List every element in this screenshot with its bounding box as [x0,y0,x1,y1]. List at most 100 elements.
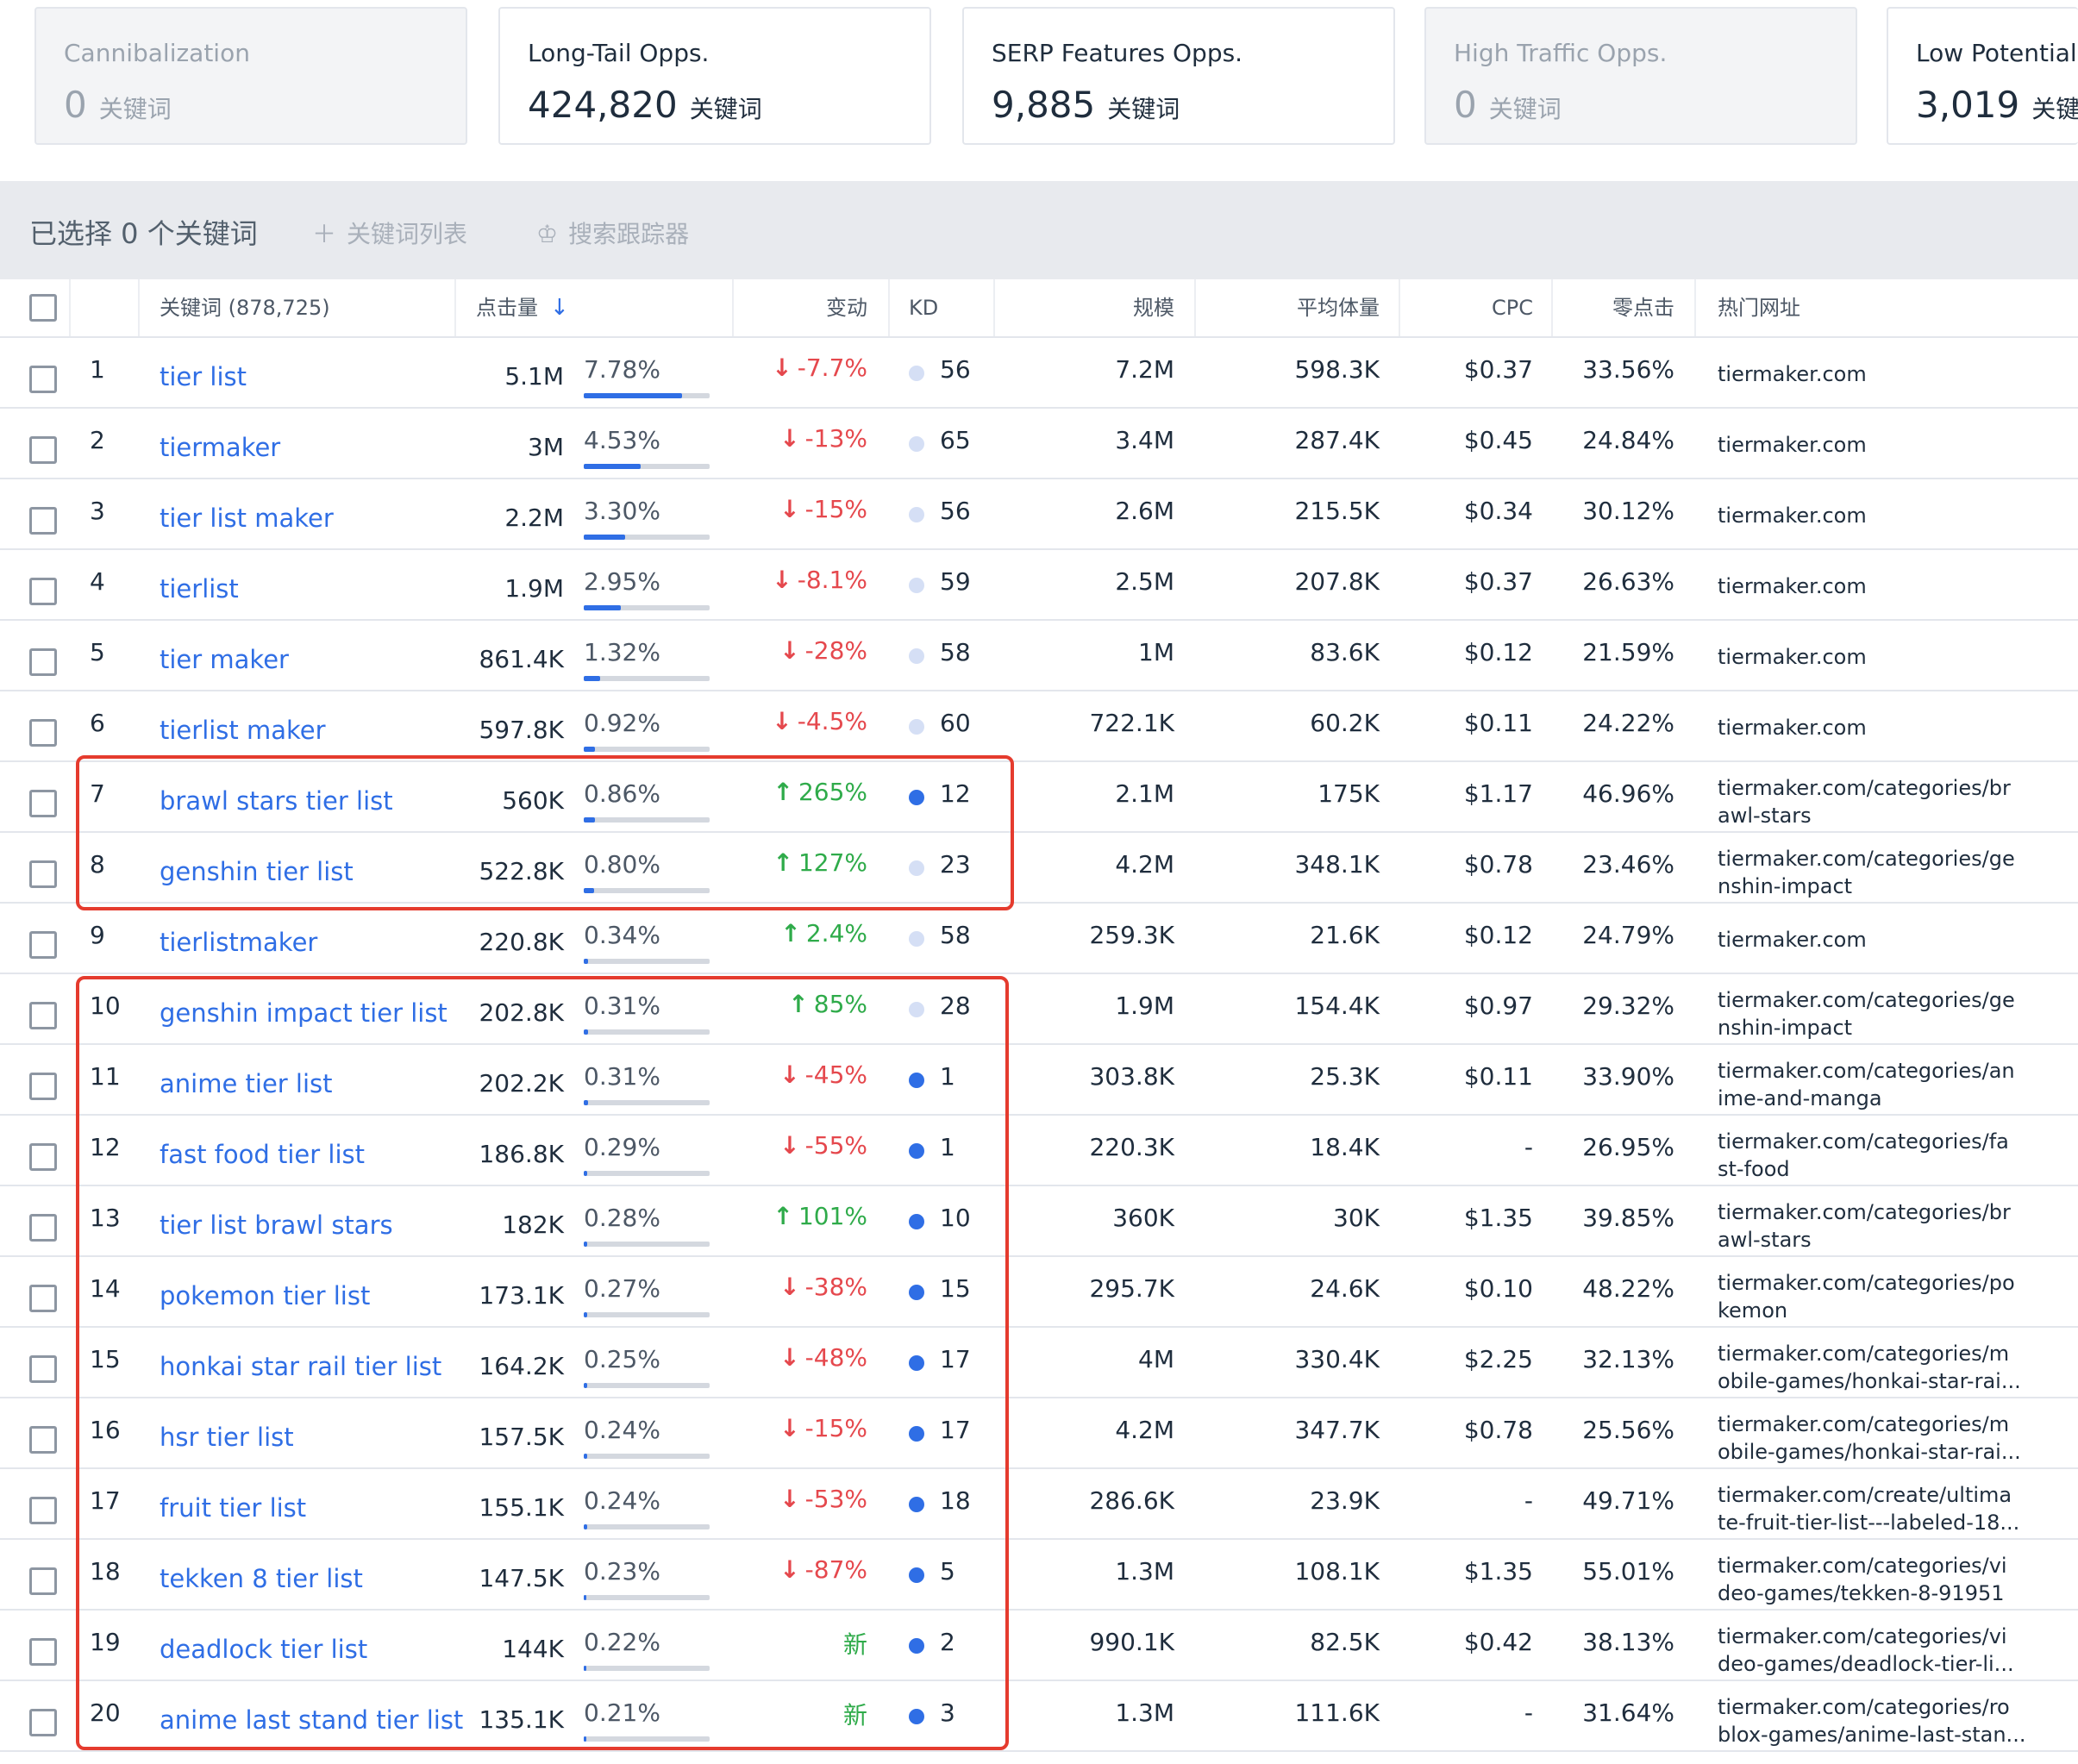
top-url[interactable]: tiermaker.com [1718,431,1867,459]
select-all-checkbox[interactable] [29,294,57,322]
col-kd[interactable]: KD [909,279,938,336]
top-url[interactable]: tiermaker.com [1718,714,1867,741]
keyword-link[interactable]: tier list [160,362,247,391]
keyword-link[interactable]: genshin tier list [160,857,354,886]
top-url[interactable]: tiermaker.com/categories/vi deo-games/dea… [1718,1623,2014,1678]
row-checkbox[interactable] [29,366,57,393]
row-checkbox[interactable] [29,507,57,535]
table-row[interactable]: 16 hsr tier list 157.5K 0.24% ↓ -15% 17 4.2M 347… [0,1398,2078,1469]
top-url[interactable]: tiermaker.com [1718,360,1867,388]
row-checkbox[interactable] [29,578,57,605]
scale-value: 7.2M [1115,355,1174,384]
table-row[interactable]: 8 genshin tier list 522.8K 0.80% ↑ 127% 23 4.2M… [0,833,2078,904]
table-row[interactable]: 6 tierlist maker 597.8K 0.92% ↓ -4.5% 60 722.1K… [0,691,2078,762]
table-row[interactable]: 10 genshin impact tier list 202.8K 0.31% ↑ 85… [0,974,2078,1045]
table-row[interactable]: 14 pokemon tier list 173.1K 0.27% ↓ -38% 15 295… [0,1257,2078,1328]
row-checkbox[interactable] [29,790,57,817]
table-row[interactable]: 2 tiermaker 3M 4.53% ↓ -13% 65 3.4M 287.4K $0.45 2… [0,409,2078,479]
top-url[interactable]: tiermaker.com/categories/m obile-games/ho… [1718,1411,2021,1466]
row-checkbox[interactable] [29,1002,57,1029]
keyword-link[interactable]: pokemon tier list [160,1281,370,1310]
row-checkbox[interactable] [29,1638,57,1666]
table-row[interactable]: 17 fruit tier list 155.1K 0.24% ↓ -53% 18 286.6… [0,1469,2078,1540]
keyword-link[interactable]: fruit tier list [160,1493,306,1523]
card-serp-features-opps[interactable]: SERP Features Opps. 9,885 关键词 [962,7,1395,145]
row-checkbox[interactable] [29,1143,57,1171]
table-row[interactable]: 19 deadlock tier list 144K 0.22% 新 2 990.1K 82.… [0,1611,2078,1681]
top-url[interactable]: tiermaker.com [1718,502,1867,529]
table-row[interactable]: 13 tier list brawl stars 182K 0.28% ↑ 101% 10 3… [0,1186,2078,1257]
top-url[interactable]: tiermaker.com/categories/m obile-games/ho… [1718,1340,2021,1395]
change-text: 新 [842,1630,867,1659]
table-row[interactable]: 7 brawl stars tier list 560K 0.86% ↑ 265% 12 2.… [0,762,2078,833]
top-url[interactable]: tiermaker.com/categories/an ime-and-manga [1718,1057,2015,1112]
top-url[interactable]: tiermaker.com/categories/fa st-food [1718,1128,2009,1183]
col-cpc[interactable]: CPC [1397,279,1533,336]
col-keyword[interactable]: 关键词 (878,725) [160,279,330,336]
top-url[interactable]: tiermaker.com [1718,643,1867,671]
row-checkbox[interactable] [29,1497,57,1524]
top-url[interactable]: tiermaker.com/categories/br awl-stars [1718,1198,2011,1254]
row-checkbox[interactable] [29,1073,57,1100]
table-row[interactable]: 12 fast food tier list 186.8K 0.29% ↓ -55% 1 22… [0,1116,2078,1186]
add-to-keyword-list-button[interactable]: ＋ 关键词列表 [312,216,467,250]
col-zero-click[interactable]: 零点击 [1543,279,1674,336]
row-checkbox[interactable] [29,1709,57,1736]
row-checkbox[interactable] [29,1567,57,1595]
keyword-link[interactable]: hsr tier list [160,1423,294,1452]
row-checkbox[interactable] [29,860,57,888]
row-checkbox[interactable] [29,436,57,464]
keyword-link[interactable]: brawl stars tier list [160,786,393,816]
keyword-link[interactable]: tier list maker [160,504,334,533]
top-url[interactable]: tiermaker.com/categories/ge nshin-impact [1718,986,2015,1042]
top-url[interactable]: tiermaker.com/categories/ro blox-games/an… [1718,1693,2025,1748]
col-avg-volume[interactable]: 平均体量 [1190,279,1380,336]
card-cannibalization[interactable]: Cannibalization 0 关键词 [34,7,467,145]
row-checkbox[interactable] [29,719,57,747]
keyword-link[interactable]: tier maker [160,645,289,674]
row-checkbox[interactable] [29,1214,57,1242]
clicks-share: 0.25% [584,1345,660,1373]
table-row[interactable]: 18 tekken 8 tier list 147.5K 0.23% ↓ -87% 5 1.3… [0,1540,2078,1611]
row-checkbox[interactable] [29,648,57,676]
top-url[interactable]: tiermaker.com [1718,572,1867,600]
top-url[interactable]: tiermaker.com/categories/vi deo-games/tek… [1718,1552,2007,1607]
top-url[interactable]: tiermaker.com [1718,926,1867,954]
table-row[interactable]: 5 tier maker 861.4K 1.32% ↓ -28% 58 1M 83.6K $0.1… [0,621,2078,691]
row-checkbox[interactable] [29,1355,57,1383]
top-url-line-1: tiermaker.com [1718,362,1867,386]
table-row[interactable]: 15 honkai star rail tier list 164.2K 0.25% ↓… [0,1328,2078,1398]
keyword-link[interactable]: tier list brawl stars [160,1210,393,1240]
col-top-url[interactable]: 热门网址 [1718,279,1800,336]
keyword-link[interactable]: tierlist [160,574,239,604]
col-scale[interactable]: 规模 [1000,279,1174,336]
top-url[interactable]: tiermaker.com/categories/po kemon [1718,1269,2015,1324]
table-row[interactable]: 9 tierlistmaker 220.8K 0.34% ↑ 2.4% 58 259.3K 21… [0,904,2078,974]
top-url[interactable]: tiermaker.com/categories/ge nshin-impact [1718,845,2015,900]
col-change[interactable]: 变动 [733,279,867,336]
keyword-link[interactable]: fast food tier list [160,1140,365,1169]
keyword-link[interactable]: tierlist maker [160,716,326,745]
card-high-traffic-opps[interactable]: High Traffic Opps. 0 关键词 [1424,7,1857,145]
row-checkbox[interactable] [29,931,57,959]
add-to-tracker-button[interactable]: ♔ 搜索跟踪器 [536,216,689,250]
table-row[interactable]: 20 anime last stand tier list 135.1K 0.21% 新… [0,1681,2078,1752]
clicks-share: 1.32% [584,638,660,666]
keyword-link[interactable]: tiermaker [160,433,280,462]
sort-desc-icon[interactable]: ↓ [550,295,569,321]
row-checkbox[interactable] [29,1285,57,1312]
keyword-link[interactable]: tierlistmaker [160,928,317,957]
table-row[interactable]: 4 tierlist 1.9M 2.95% ↓ -8.1% 59 2.5M 207.8K $0.3… [0,550,2078,621]
keyword-link[interactable]: deadlock tier list [160,1635,367,1664]
table-row[interactable]: 3 tier list maker 2.2M 3.30% ↓ -15% 56 2.6M 215.… [0,479,2078,550]
row-checkbox[interactable] [29,1426,57,1454]
card-low-potential[interactable]: Low Potential K 3,019 关键词 [1887,7,2078,145]
table-row[interactable]: 1 tier list 5.1M 7.78% ↓ -7.7% 56 7.2M 598.3K $0.… [0,338,2078,409]
top-url[interactable]: tiermaker.com/create/ultima te-fruit-tier… [1718,1481,2019,1536]
table-row[interactable]: 11 anime tier list 202.2K 0.31% ↓ -45% 1 303.8K… [0,1045,2078,1116]
card-long-tail-opps[interactable]: Long-Tail Opps. 424,820 关键词 [498,7,931,145]
top-url[interactable]: tiermaker.com/categories/br awl-stars [1718,774,2011,829]
keyword-link[interactable]: anime tier list [160,1069,333,1098]
col-clicks[interactable]: 点击量 ↓ [476,279,569,336]
keyword-link[interactable]: tekken 8 tier list [160,1564,363,1593]
